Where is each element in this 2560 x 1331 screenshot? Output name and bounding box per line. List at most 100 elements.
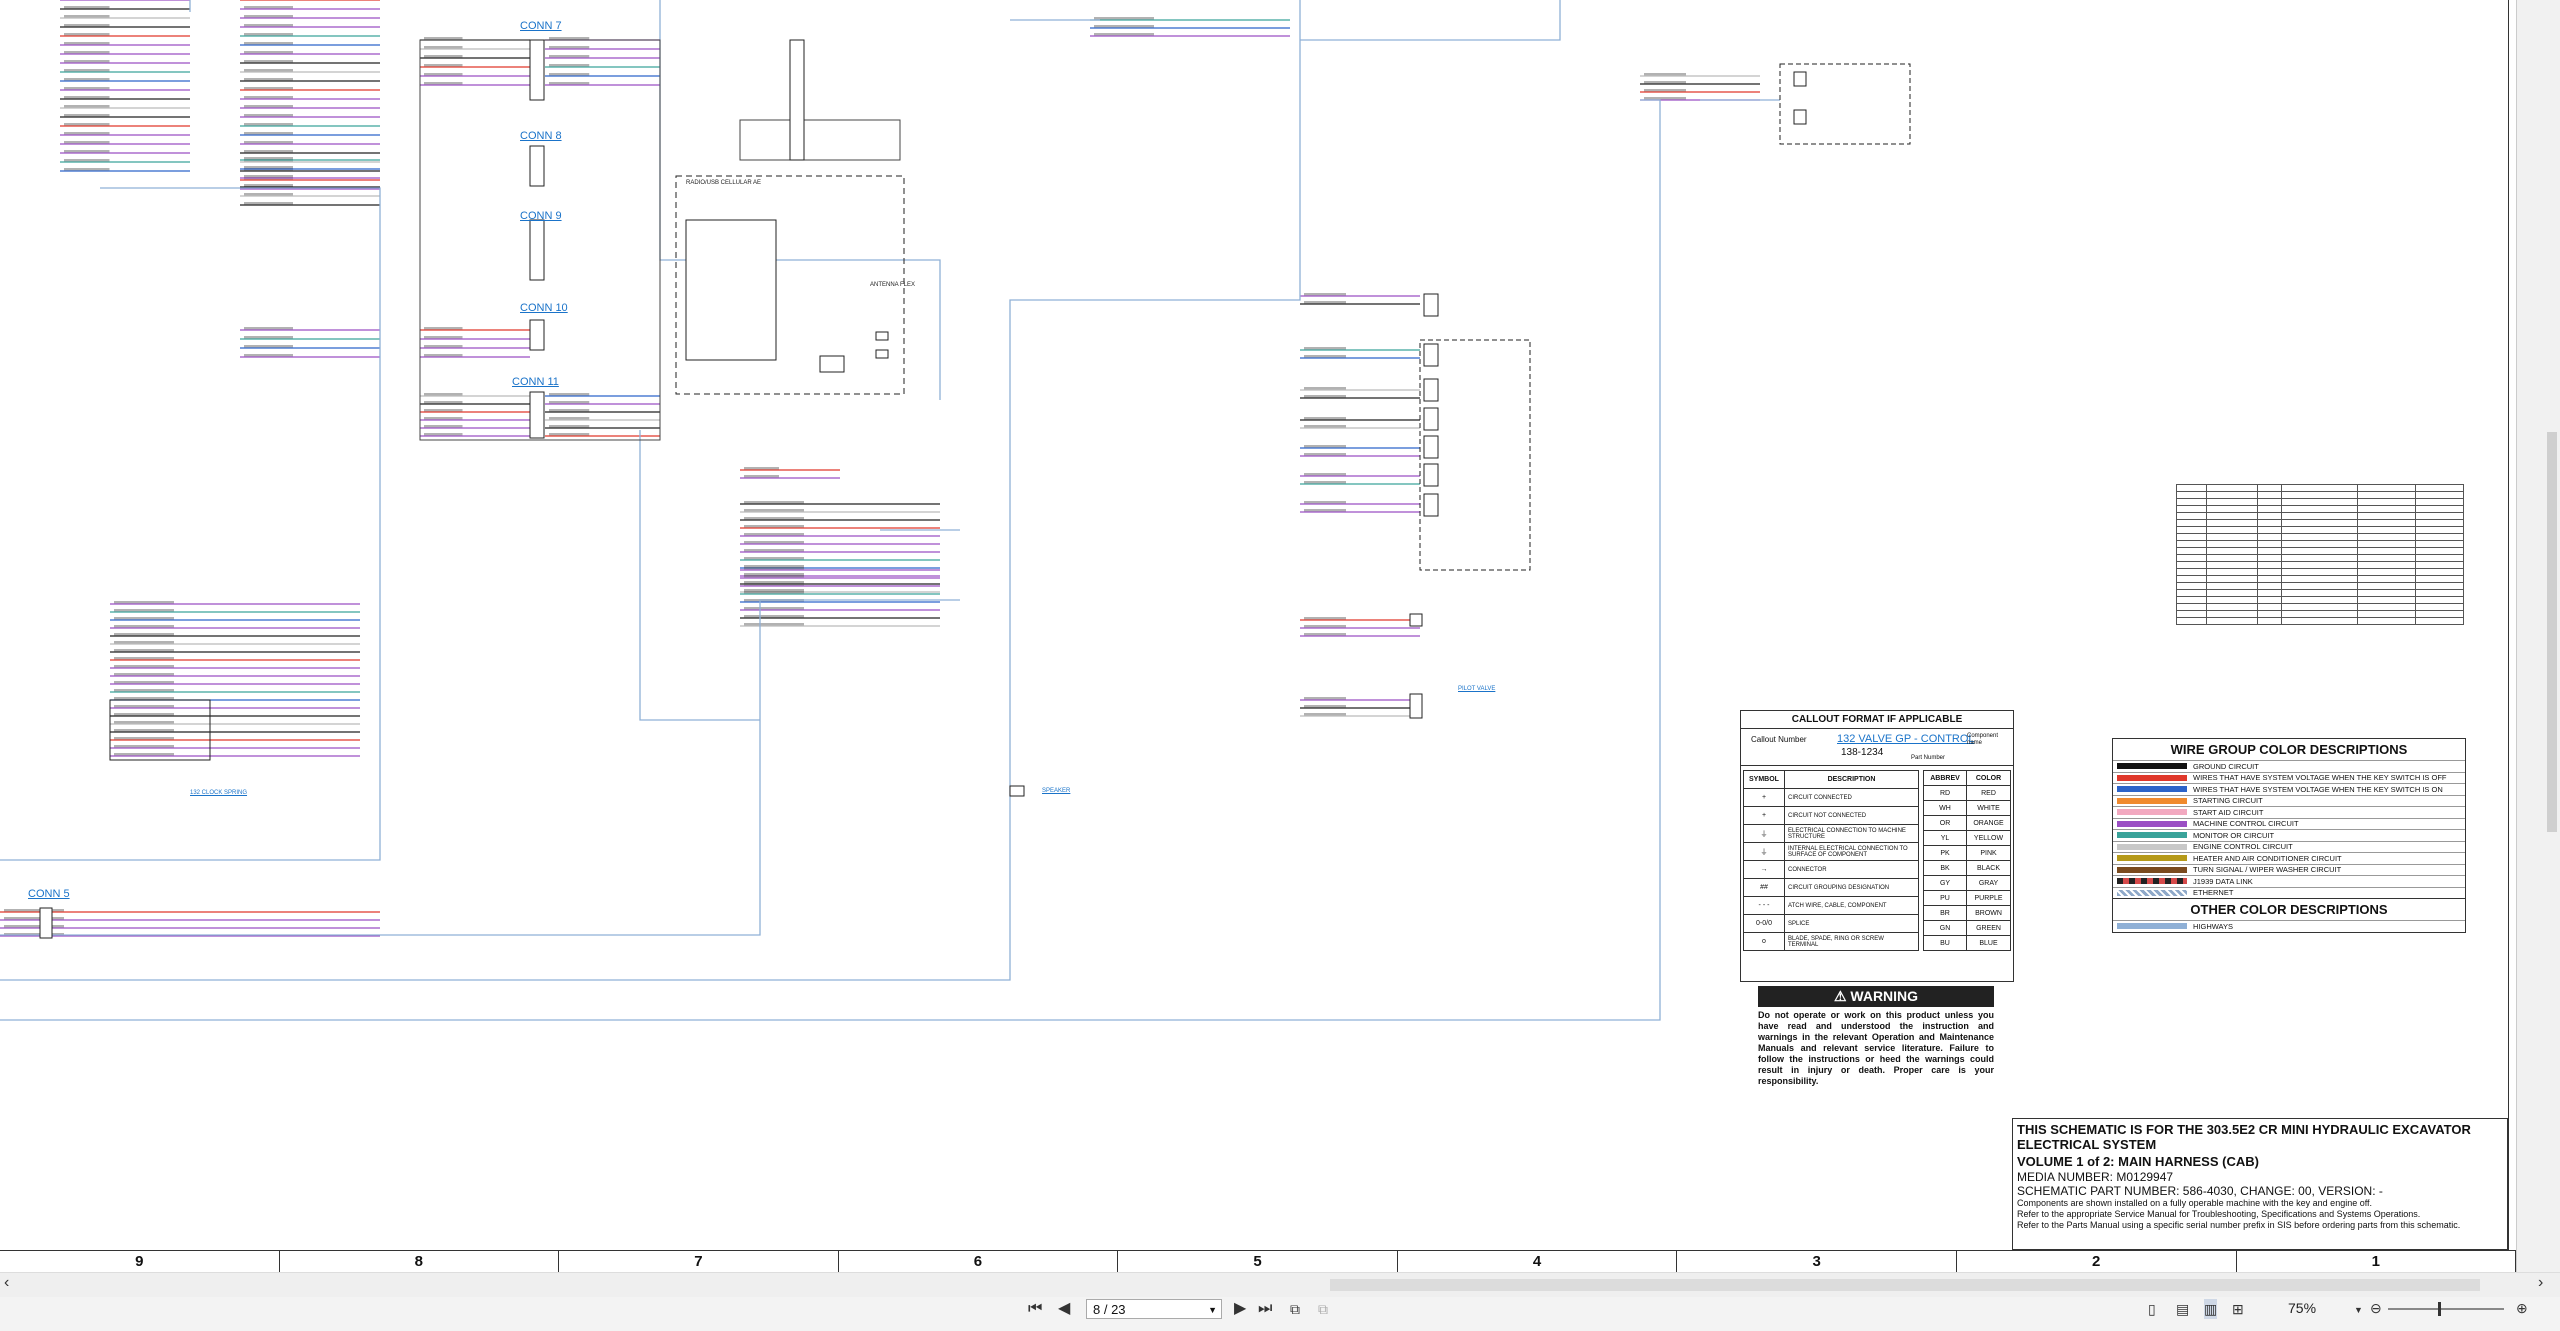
harness-cell xyxy=(2257,540,2282,548)
color-row: YL YELLOW xyxy=(1922,830,2011,846)
harness-cell xyxy=(2415,540,2464,548)
color-abbrev: WH xyxy=(1922,800,1968,816)
conn-11-label[interactable]: CONN 11 xyxy=(512,376,559,388)
left-bundle-wire-tag xyxy=(64,87,110,90)
center-left-bundle-wire-tag xyxy=(244,60,293,63)
right-bundle-i-wire-tag xyxy=(1304,713,1346,716)
harness-row xyxy=(2175,603,2464,611)
lower-left-bundle-wire-tag xyxy=(114,617,174,620)
zoom-out-icon[interactable]: ⊖ xyxy=(2370,1298,2382,1318)
lower-left-bundle-wire-tag xyxy=(114,601,174,604)
right-bundle-b-wire-tag xyxy=(1304,355,1346,358)
continuous-view-icon[interactable]: ▤ xyxy=(2176,1299,2189,1319)
scroll-left-icon[interactable]: ‹ xyxy=(4,1273,9,1293)
next-page-icon[interactable]: ▶ xyxy=(1234,1299,1246,1319)
harness-cell xyxy=(2356,540,2417,548)
right-bundle-e-wire-tag xyxy=(1304,453,1346,456)
harness-cell xyxy=(2280,582,2358,590)
legend-label: MACHINE CONTROL CIRCUIT xyxy=(2193,819,2299,829)
symbol-table: SYMBOL DESCRIPTION + CIRCUIT CONNECTED + CIR… xyxy=(1743,770,1919,951)
rotate-icon[interactable]: ⧉ xyxy=(1290,1299,1300,1319)
conn7-left-bundle-wire-tag xyxy=(424,64,463,67)
color-abbrev: BK xyxy=(1922,860,1968,876)
center-left-bundle-wire-tag xyxy=(244,150,293,153)
center-left-bundle-wire-tag xyxy=(244,87,293,90)
conn-9-label[interactable]: CONN 9 xyxy=(520,210,562,222)
scroll-right-icon[interactable]: › xyxy=(2538,1273,2543,1293)
vertical-scroll-thumb[interactable] xyxy=(2547,432,2557,832)
right-bundle-f-wire-tag xyxy=(1304,473,1346,476)
pilot-valve-label[interactable]: PILOT VALVE xyxy=(1458,686,1495,693)
rotate-back-icon[interactable]: ⧉ xyxy=(1318,1299,1328,1319)
conn-5-label[interactable]: CONN 5 xyxy=(28,888,70,900)
left-bundle-wire-tag xyxy=(64,150,110,153)
zoom-dropdown-icon[interactable]: ▼ xyxy=(2354,1300,2363,1320)
antenna-module-a xyxy=(875,331,889,341)
conn-8-label[interactable]: CONN 8 xyxy=(520,130,562,142)
harness-cell xyxy=(2175,610,2208,618)
conn10-wires-wire-tag xyxy=(424,327,463,330)
page-number-field[interactable]: 8 / 23 ▼ xyxy=(1086,1299,1222,1319)
symbol-row: - - - ATCH WIRE, CABLE, COMPONENT xyxy=(1743,896,1919,915)
previous-page-icon[interactable]: ◀ xyxy=(1058,1299,1070,1319)
harness-cell xyxy=(2206,568,2259,576)
conn11-right-bundle-wire-tag xyxy=(549,393,590,396)
harness-row xyxy=(2175,582,2464,590)
zoom-level[interactable]: 75% xyxy=(2288,1300,2316,1316)
center-left-bundle-wire-tag xyxy=(244,33,293,36)
legend-swatch xyxy=(2117,878,2187,885)
conn-10-label[interactable]: CONN 10 xyxy=(520,302,568,314)
harness-cell xyxy=(2356,505,2417,513)
right-connector-body-5 xyxy=(1423,435,1439,459)
harness-cell xyxy=(2175,505,2208,513)
horizontal-scrollbar[interactable]: ‹ › xyxy=(0,1272,2560,1297)
horizontal-scroll-thumb[interactable] xyxy=(1330,1279,2480,1291)
harness-cell xyxy=(2175,554,2208,562)
facing-view-icon[interactable]: ▥ xyxy=(2204,1299,2218,1319)
left-bundle-wire-tag xyxy=(64,15,110,18)
left-bundle-wire-tag xyxy=(64,132,110,135)
center-bundle-wire-tag xyxy=(744,509,804,512)
cellular-module-body xyxy=(819,355,845,373)
harness-cell xyxy=(2280,596,2358,604)
conn11-right-bundle-wire-tag xyxy=(549,417,590,420)
speaker-label[interactable]: SPEAKER xyxy=(1042,788,1070,795)
last-page-icon[interactable]: ⏭ xyxy=(1258,1299,1272,1319)
conn5-bundle-wire-tag xyxy=(4,925,64,928)
harness-cell xyxy=(2356,519,2417,527)
split-view-icon[interactable]: ⊞ xyxy=(2232,1299,2244,1319)
conn10-wires-wire-tag xyxy=(424,336,463,339)
harness-cell xyxy=(2280,547,2358,555)
center-left-bundle-wire-tag xyxy=(244,51,293,54)
conn-7-body xyxy=(529,39,545,101)
legend-label: STARTING CIRCUIT xyxy=(2193,796,2263,806)
conn-8-body xyxy=(529,145,545,187)
zoom-slider-handle[interactable] xyxy=(2438,1302,2441,1316)
conn-9-body xyxy=(529,219,545,281)
conn11-left-bundle-wire-tag xyxy=(424,401,463,404)
first-page-icon[interactable]: ⏮ xyxy=(1028,1299,1042,1319)
lower-left-bundle-wire-tag xyxy=(114,633,174,636)
symbol-row: ⏚ ELECTRICAL CONNECTION TO MACHINE STRUCT… xyxy=(1743,824,1919,843)
page-dropdown-icon[interactable]: ▼ xyxy=(1208,1300,1217,1320)
zoom-in-icon[interactable]: ⊕ xyxy=(2516,1298,2528,1318)
clock-spring-label[interactable]: 132 CLOCK SPRING xyxy=(190,790,247,797)
conn7-right-bundle-wire-tag xyxy=(549,73,590,76)
conn-7-label[interactable]: CONN 7 xyxy=(520,20,562,32)
other-color-title: OTHER COLOR DESCRIPTIONS xyxy=(2113,898,2465,920)
top-bundle-wire-tag xyxy=(1094,25,1154,28)
left-bundle-wire-tag xyxy=(64,168,110,171)
warning-box: ⚠ WARNING Do not operate or work on this… xyxy=(1758,986,1994,1087)
left-bundle-wire-tag xyxy=(64,159,110,162)
warning-title: ⚠ WARNING xyxy=(1758,986,1994,1007)
title-volume: VOLUME 1 of 2: MAIN HARNESS (CAB) xyxy=(2017,1154,2259,1169)
zoom-slider[interactable] xyxy=(2388,1308,2504,1310)
harness-row xyxy=(2175,554,2464,562)
harness-cell xyxy=(2280,505,2358,513)
single-page-view-icon[interactable]: ▯ xyxy=(2148,1299,2156,1319)
schematic-part-number: SCHEMATIC PART NUMBER: 586-4030, CHANGE:… xyxy=(2017,1184,2383,1198)
legend-label: MONITOR OR CIRCUIT xyxy=(2193,830,2275,840)
right-bundle-c-wire-tag xyxy=(1304,395,1346,398)
vertical-scrollbar[interactable] xyxy=(2516,0,2560,1272)
harness-cell xyxy=(2415,582,2464,590)
